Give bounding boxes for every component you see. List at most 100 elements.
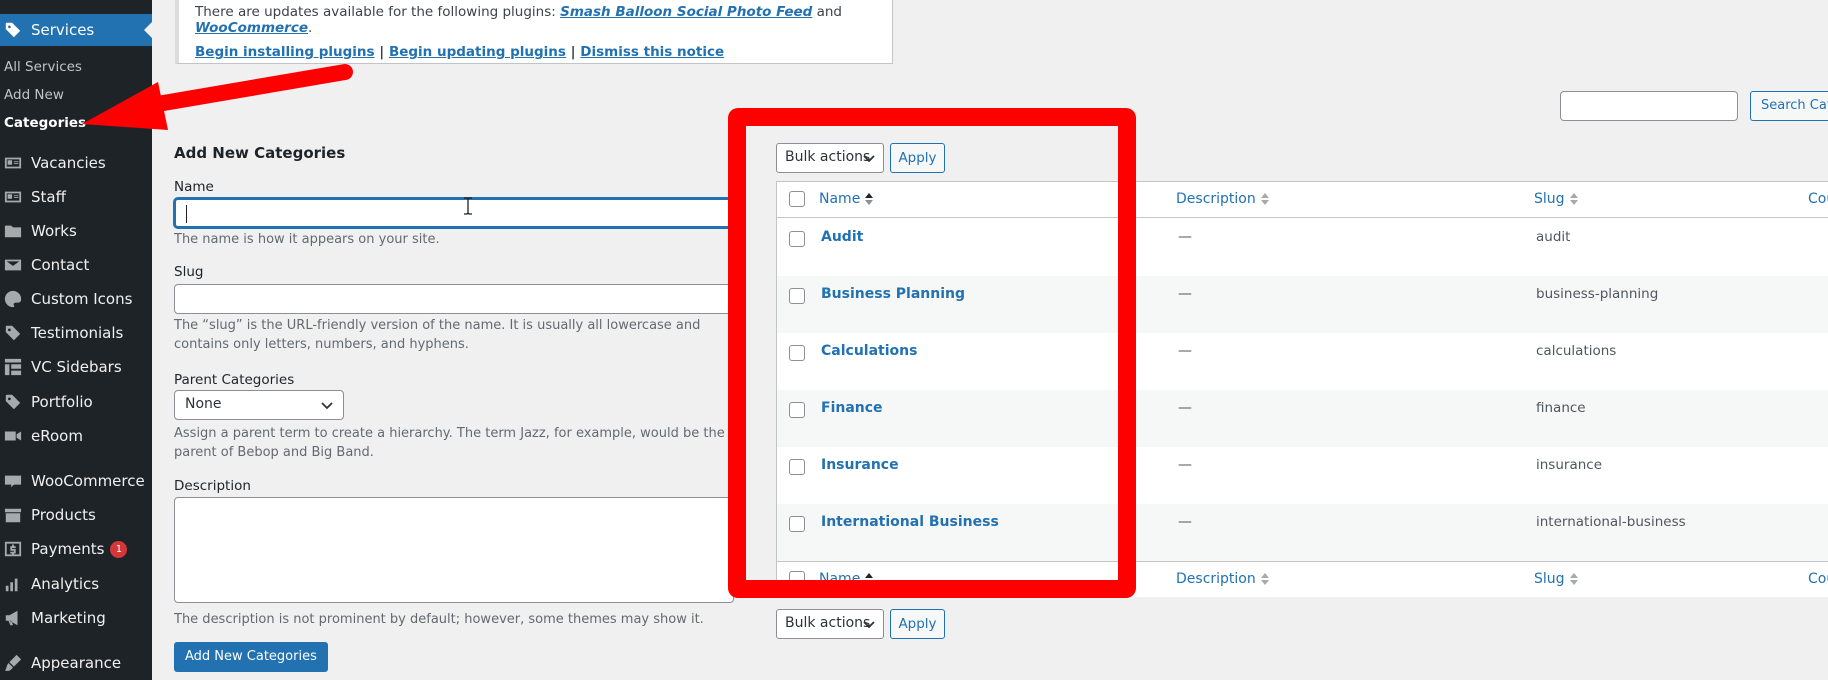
- palette-icon: [3, 289, 23, 309]
- add-new-category-button[interactable]: Add New Categories: [174, 642, 328, 672]
- tag-icon: [3, 392, 23, 412]
- description-label: Description: [174, 478, 251, 494]
- menu-label: WooCommerce: [31, 472, 145, 490]
- category-slug: insurance: [1536, 457, 1603, 473]
- begin-updating-link[interactable]: Begin updating plugins: [389, 44, 566, 60]
- brush-icon: [3, 653, 23, 673]
- menu-label: Services: [31, 21, 95, 39]
- slug-label: Slug: [174, 264, 204, 280]
- column-description-footer[interactable]: Description: [1176, 571, 1270, 587]
- column-description-label: Description: [1176, 571, 1256, 587]
- column-slug-footer[interactable]: Slug: [1534, 571, 1579, 587]
- notice-message: There are updates available for the foll…: [195, 4, 561, 20]
- menu-label: Analytics: [31, 575, 100, 593]
- menu-label: Works: [31, 222, 77, 240]
- menu-item-vc-sidebars[interactable]: VC Sidebars: [0, 351, 152, 383]
- column-slug-header[interactable]: Slug: [1534, 191, 1579, 207]
- plugin-link-woocommerce[interactable]: WooCommerce: [195, 20, 308, 36]
- description-help: The description is not prominent by defa…: [174, 612, 704, 627]
- description-textarea[interactable]: [174, 497, 734, 603]
- menu-item-vacancies[interactable]: Vacancies: [0, 147, 152, 179]
- menu-label: Marketing: [31, 609, 106, 627]
- id-card-icon: [3, 187, 23, 207]
- notification-badge: 1: [110, 540, 128, 558]
- column-description-header[interactable]: Description: [1176, 191, 1270, 207]
- parent-select-value: None: [185, 396, 222, 412]
- menu-item-products[interactable]: Products: [0, 499, 152, 531]
- search-input[interactable]: [1560, 91, 1738, 121]
- menu-label: Appearance: [31, 654, 122, 672]
- envelope-icon: [3, 255, 23, 275]
- column-description-label: Description: [1176, 191, 1256, 207]
- menu-label: eRoom: [31, 427, 83, 445]
- menu-label: Contact: [31, 256, 90, 274]
- category-slug: business-planning: [1536, 286, 1659, 302]
- menu-label: Testimonials: [31, 324, 124, 342]
- category-slug: calculations: [1536, 343, 1617, 359]
- menu-label: Vacancies: [31, 154, 106, 172]
- menu-item-marketing[interactable]: Marketing: [0, 602, 152, 634]
- apply-button-bottom[interactable]: Apply: [890, 609, 945, 639]
- menu-label: VC Sidebars: [31, 358, 122, 376]
- dismiss-notice-link[interactable]: Dismiss this notice: [580, 44, 724, 60]
- parent-help: Assign a parent term to create a hierarc…: [174, 426, 725, 460]
- sort-icon: [1569, 193, 1578, 205]
- menu-item-contact[interactable]: Contact: [0, 249, 152, 281]
- archive-icon: [3, 505, 23, 525]
- menu-label: Custom Icons: [31, 290, 133, 308]
- tag-icon: [3, 20, 23, 40]
- name-input[interactable]: [174, 198, 734, 228]
- menu-item-portfolio[interactable]: Portfolio: [0, 386, 152, 418]
- submenu-all-services[interactable]: All Services: [4, 59, 82, 75]
- name-label: Name: [174, 179, 214, 195]
- bar-chart-icon: [3, 574, 23, 594]
- column-count-footer[interactable]: Count: [1808, 571, 1828, 587]
- bulk-actions-select-bottom[interactable]: Bulk actions: [776, 609, 884, 639]
- id-card-icon: [3, 153, 23, 173]
- notice-text: There are updates available for the foll…: [195, 4, 876, 36]
- column-count-label: Count: [1808, 191, 1828, 207]
- sort-icon: [1260, 573, 1269, 585]
- video-icon: [3, 426, 23, 446]
- chevron-down-icon: [863, 621, 875, 629]
- plugin-link-smash-balloon[interactable]: Smash Balloon Social Photo Feed: [560, 4, 812, 20]
- menu-item-partial[interactable]: [0, 0, 152, 6]
- grid-icon: [3, 357, 23, 377]
- admin-sidebar: Services All Services Add New Categories…: [0, 0, 152, 680]
- slug-input[interactable]: [174, 284, 734, 314]
- menu-item-woocommerce[interactable]: WooCommerce: [0, 465, 152, 497]
- name-help: The name is how it appears on your site.: [174, 232, 440, 247]
- column-slug-label: Slug: [1534, 571, 1565, 587]
- column-count-header[interactable]: Count: [1808, 191, 1828, 207]
- dollar-icon: [3, 539, 23, 559]
- menu-label: Products: [31, 506, 96, 524]
- parent-select[interactable]: None: [174, 390, 344, 420]
- tag-icon: [3, 323, 23, 343]
- sort-icon: [1260, 193, 1269, 205]
- menu-item-payments[interactable]: Payments 1: [0, 533, 152, 565]
- category-description: —: [1178, 514, 1192, 530]
- begin-installing-link[interactable]: Begin installing plugins: [195, 44, 375, 60]
- menu-item-services[interactable]: Services: [0, 14, 152, 46]
- search-categories-button[interactable]: Search Categories: [1750, 91, 1828, 121]
- menu-item-custom-icons[interactable]: Custom Icons: [0, 283, 152, 315]
- chevron-down-icon: [321, 402, 333, 410]
- menu-item-eroom[interactable]: eRoom: [0, 420, 152, 452]
- notice-actions: Begin installing plugins | Begin updatin…: [195, 44, 876, 60]
- text-caret: [186, 205, 187, 223]
- menu-label: Portfolio: [31, 393, 93, 411]
- menu-item-testimonials[interactable]: Testimonials: [0, 317, 152, 349]
- menu-item-staff[interactable]: Staff: [0, 181, 152, 213]
- sort-icon: [1569, 573, 1578, 585]
- menu-item-appearance[interactable]: Appearance: [0, 647, 152, 679]
- submenu-categories[interactable]: Categories: [4, 115, 86, 131]
- bulk-actions-value: Bulk actions: [785, 615, 871, 631]
- menu-item-analytics[interactable]: Analytics: [0, 568, 152, 600]
- slug-help: The “slug” is the URL-friendly version o…: [174, 318, 701, 352]
- submenu-add-new[interactable]: Add New: [4, 87, 64, 103]
- menu-item-works[interactable]: Works: [0, 215, 152, 247]
- menu-label: Staff: [31, 188, 66, 206]
- column-slug-label: Slug: [1534, 191, 1565, 207]
- category-slug: finance: [1536, 400, 1586, 416]
- notice-period: .: [308, 20, 313, 36]
